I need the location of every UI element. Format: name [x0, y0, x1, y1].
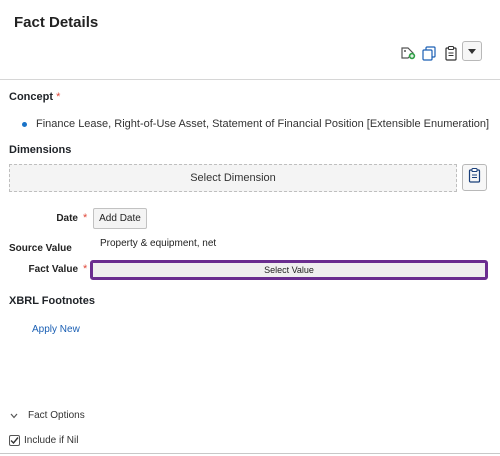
required-indicator: *: [83, 212, 88, 224]
dimensions-label: Dimensions: [9, 144, 72, 156]
select-dimension-button[interactable]: Select Dimension: [9, 164, 457, 192]
footnotes-label: XBRL Footnotes: [9, 295, 95, 307]
clipboard-icon[interactable]: [443, 44, 459, 62]
select-value-button[interactable]: Select Value: [90, 260, 488, 280]
tag-add-icon[interactable]: [400, 44, 416, 62]
concept-value: Finance Lease, Right-of-Use Asset, State…: [36, 118, 490, 130]
source-value-row: Source Value: [9, 238, 72, 256]
apply-new-link[interactable]: Apply New: [32, 324, 80, 335]
add-date-button[interactable]: Add Date: [93, 208, 147, 229]
panel-title: Fact Details: [14, 14, 99, 31]
fact-value-label: Fact Value: [28, 263, 78, 275]
copy-icon[interactable]: [421, 44, 437, 62]
fact-options-toggle[interactable]: Fact Options: [10, 410, 85, 421]
bullet-icon: [22, 121, 27, 127]
chevron-down-icon: [10, 413, 18, 419]
header-divider: [0, 79, 500, 80]
date-row-label: Date *: [0, 212, 87, 224]
include-if-nil-row[interactable]: Include if Nil: [9, 435, 78, 446]
add-date-label: Add Date: [99, 213, 141, 224]
dimension-clipboard-button[interactable]: [462, 164, 487, 191]
concept-section-label: Concept *: [9, 91, 60, 103]
include-if-nil-label: Include if Nil: [24, 435, 79, 446]
fact-options-label: Fact Options: [28, 410, 85, 421]
options-dropdown-button[interactable]: [462, 41, 482, 61]
clipboard-icon: [468, 167, 481, 188]
chevron-down-icon: [468, 42, 476, 60]
select-dimension-label: Select Dimension: [190, 172, 276, 184]
date-label: Date: [56, 212, 78, 224]
concept-label: Concept: [9, 91, 53, 103]
source-value: Property & equipment, net: [100, 238, 217, 249]
required-indicator: *: [83, 263, 88, 275]
source-value-label: Source Value: [9, 243, 72, 254]
select-value-label: Select Value: [264, 265, 314, 275]
footer-divider: [0, 453, 500, 454]
required-indicator: *: [56, 91, 61, 103]
concept-item[interactable]: Finance Lease, Right-of-Use Asset, State…: [22, 118, 489, 130]
include-if-nil-checkbox[interactable]: [9, 435, 20, 446]
fact-value-row-label: Fact Value *: [0, 263, 88, 275]
